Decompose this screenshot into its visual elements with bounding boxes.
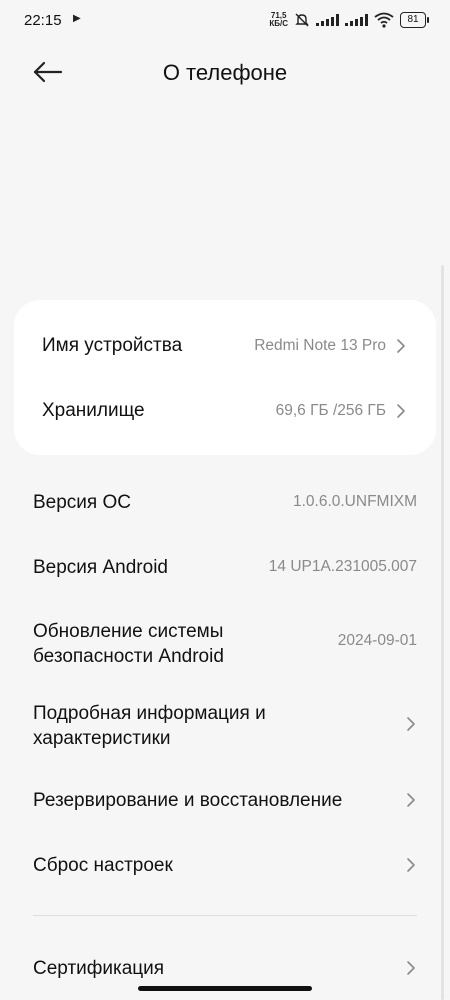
mute-bell-icon <box>295 13 309 27</box>
status-time: 22:15 <box>24 12 62 29</box>
device-name-value: Redmi Note 13 Pro <box>254 337 386 354</box>
home-indicator[interactable] <box>138 986 312 991</box>
security-update-value: 2024-09-01 <box>337 632 417 649</box>
os-version-label: Версия ОС <box>33 492 131 513</box>
play-store-notification-icon: ▶ <box>73 13 81 24</box>
specs-row[interactable]: Подробная информация и характеристики <box>0 694 450 754</box>
battery-icon: 81 <box>400 12 429 28</box>
android-version-row[interactable]: Версия Android 14 UP1A.231005.007 <box>0 545 450 589</box>
storage-label: Хранилище <box>42 400 145 421</box>
network-speed: 71,5 КБ/С <box>269 12 288 28</box>
page-title: О телефоне <box>162 60 288 85</box>
signal-sim2-icon <box>345 14 368 26</box>
os-version-value: 1.0.6.0.UNFMIXM <box>292 493 417 510</box>
signal-sim1-icon <box>316 14 339 26</box>
chevron-right-icon <box>407 717 415 731</box>
backup-row[interactable]: Резервирование и восстановление <box>0 778 450 822</box>
security-update-label-line1: Обновление системы <box>33 621 224 642</box>
status-icons: 71,5 КБ/С 81 <box>269 10 429 30</box>
wifi-icon <box>374 12 394 28</box>
chevron-right-icon <box>407 793 415 807</box>
certification-label: Сертификация <box>33 958 165 979</box>
device-card: Имя устройства Redmi Note 13 Pro Хранили… <box>14 300 436 455</box>
device-name-row[interactable]: Имя устройства Redmi Note 13 Pro <box>14 312 436 376</box>
security-update-label: Обновление системы безопасности Android <box>33 619 224 669</box>
chevron-right-icon <box>397 339 405 353</box>
reset-label: Сброс настроек <box>33 855 173 876</box>
chevron-right-icon <box>397 404 405 418</box>
device-name-label: Имя устройства <box>42 335 183 356</box>
backup-label: Резервирование и восстановление <box>33 790 343 811</box>
chevron-right-icon <box>407 858 415 872</box>
certification-row[interactable]: Сертификация <box>0 946 450 990</box>
chevron-right-icon <box>407 961 415 975</box>
specs-label-line1: Подробная информация и <box>33 703 266 724</box>
security-update-label-line2: безопасности Android <box>33 646 224 667</box>
section-divider <box>33 915 417 916</box>
header: О телефоне <box>0 50 450 96</box>
reset-row[interactable]: Сброс настроек <box>0 843 450 887</box>
storage-row[interactable]: Хранилище 69,6 ГБ /256 ГБ <box>14 377 436 441</box>
specs-label-line2: характеристики <box>33 728 171 749</box>
android-version-label: Версия Android <box>33 557 168 578</box>
os-version-row[interactable]: Версия ОС 1.0.6.0.UNFMIXM <box>0 480 450 524</box>
status-bar: 22:15 ▶ 71,5 КБ/С 81 <box>0 0 450 40</box>
security-update-row[interactable]: Обновление системы безопасности Android … <box>0 612 450 672</box>
specs-label: Подробная информация и характеристики <box>33 701 266 751</box>
android-version-value: 14 UP1A.231005.007 <box>268 558 417 575</box>
storage-value: 69,6 ГБ /256 ГБ <box>275 402 386 419</box>
network-speed-unit: КБ/С <box>269 19 288 28</box>
